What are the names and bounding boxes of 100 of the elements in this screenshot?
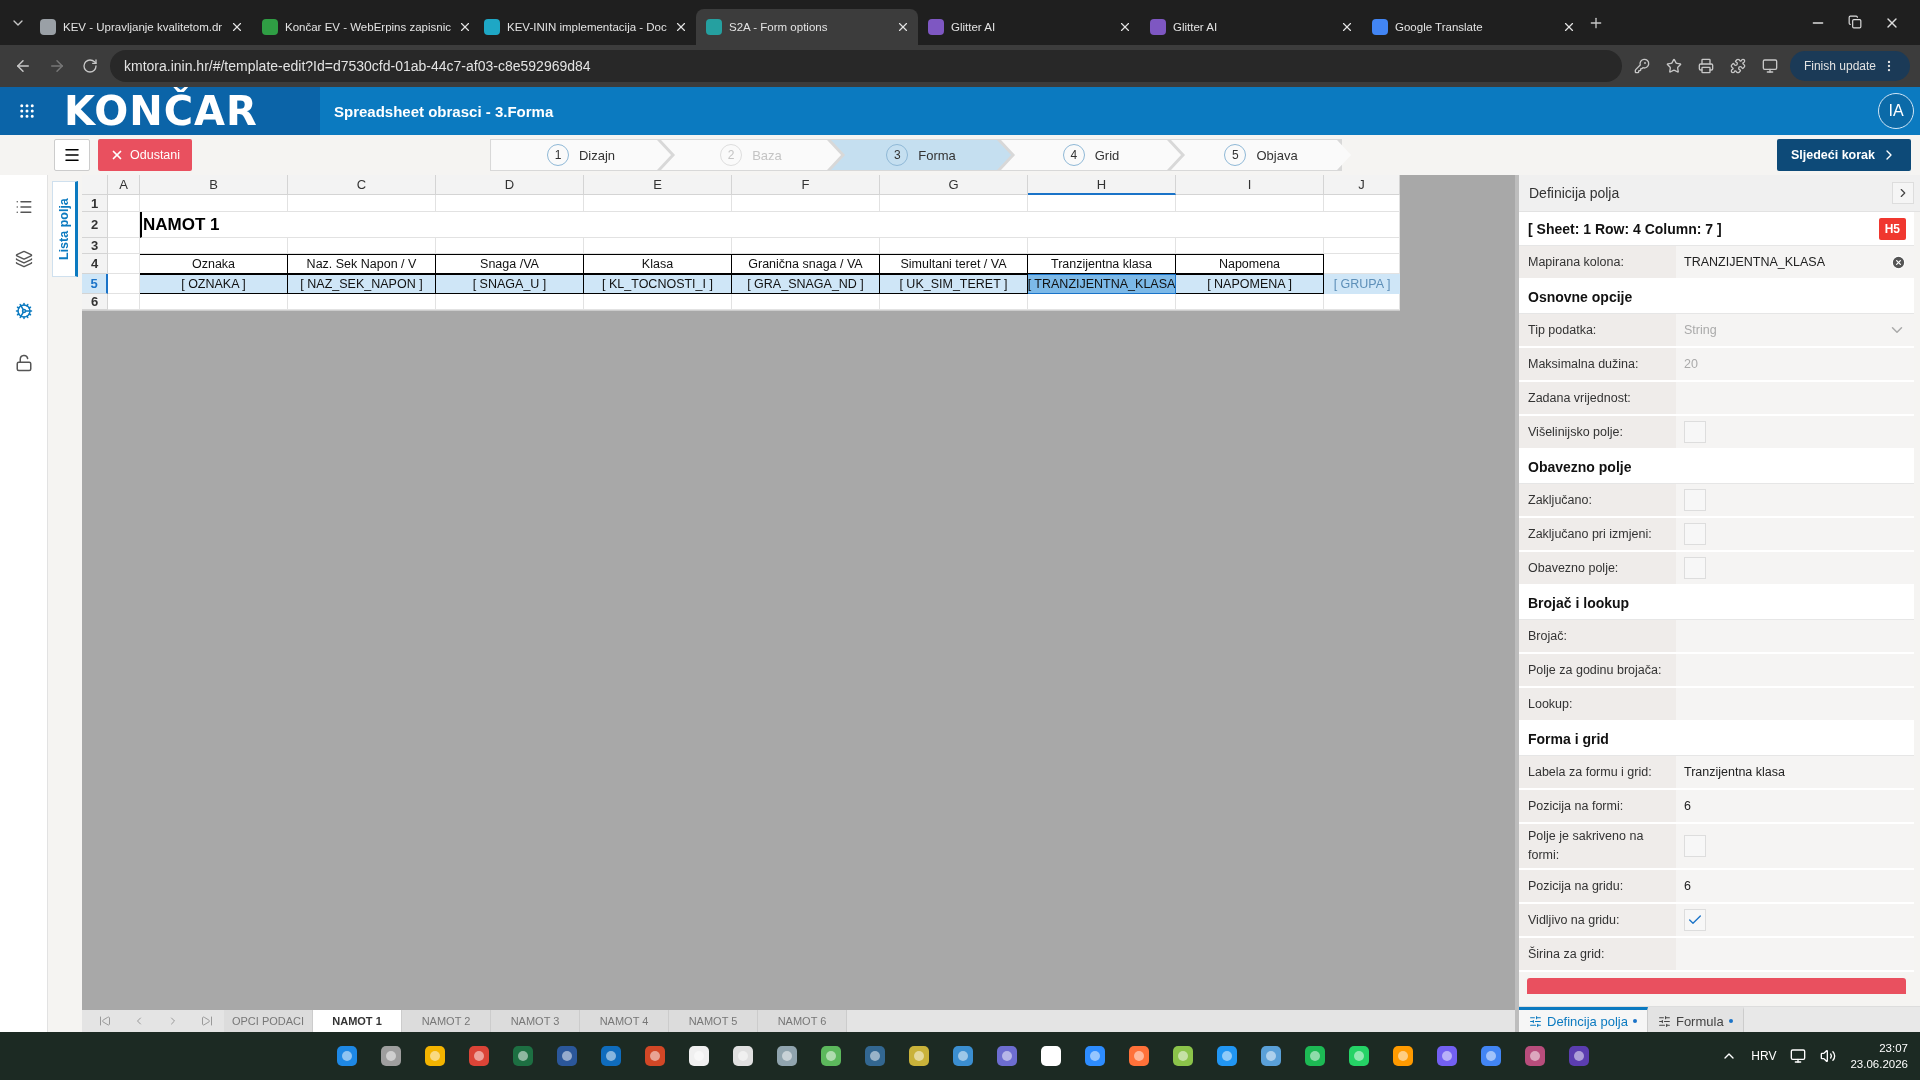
- column-header[interactable]: D: [436, 175, 584, 195]
- table-cell[interactable]: [140, 294, 288, 310]
- close-icon[interactable]: [458, 20, 472, 34]
- monitor-icon[interactable]: [1761, 58, 1778, 74]
- column-header[interactable]: H: [1028, 175, 1176, 195]
- language-indicator[interactable]: HRV: [1751, 1049, 1777, 1063]
- table-cell[interactable]: [1176, 195, 1324, 212]
- clear-icon[interactable]: [1891, 254, 1906, 270]
- table-cell[interactable]: [108, 294, 140, 310]
- table-cell[interactable]: [1324, 212, 1400, 238]
- table-cell[interactable]: [ SNAGA_U ]: [436, 274, 584, 294]
- panel-tab[interactable]: Defincija polja: [1519, 1007, 1648, 1032]
- table-cell[interactable]: Granična snaga / VA: [732, 254, 880, 274]
- checkbox[interactable]: [1684, 421, 1706, 443]
- table-cell[interactable]: [1324, 238, 1400, 254]
- next-step-button[interactable]: Sljedeći korak: [1776, 139, 1911, 171]
- table-cell[interactable]: [108, 212, 140, 238]
- step-tab[interactable]: 5 Objava: [1171, 140, 1352, 170]
- reload-icon[interactable]: [82, 58, 98, 74]
- table-cell[interactable]: [1028, 195, 1176, 212]
- table-cell[interactable]: [880, 195, 1028, 212]
- table-cell[interactable]: Napomena: [1176, 254, 1324, 274]
- update-button[interactable]: Finish update: [1789, 51, 1910, 81]
- table-cell[interactable]: Klasa: [584, 254, 732, 274]
- step-tab[interactable]: 3 Forma: [831, 140, 1012, 170]
- puzzle-icon[interactable]: [1729, 58, 1746, 74]
- step-tab[interactable]: 1 Dizajn: [491, 140, 672, 170]
- column-header[interactable]: C: [288, 175, 436, 195]
- browser-tab[interactable]: KEV-ININ implementacija - Doc: [474, 9, 696, 45]
- table-cell[interactable]: Oznaka: [140, 254, 288, 274]
- column-header[interactable]: F: [732, 175, 880, 195]
- checkbox[interactable]: [1684, 557, 1706, 579]
- browser-tab[interactable]: KEV - Upravljanje kvalitetom.dr: [30, 9, 252, 45]
- column-header[interactable]: E: [584, 175, 732, 195]
- volume-icon[interactable]: [1820, 1048, 1837, 1064]
- column-header[interactable]: B: [140, 175, 288, 195]
- forward-icon[interactable]: [48, 57, 66, 75]
- column-header[interactable]: J: [1324, 175, 1400, 195]
- sheet-tab[interactable]: NAMOT 1: [313, 1010, 402, 1032]
- table-cell[interactable]: [1028, 294, 1176, 310]
- table-cell[interactable]: [108, 238, 140, 254]
- close-icon[interactable]: [896, 20, 910, 34]
- menu-button[interactable]: [54, 139, 90, 171]
- side-tab[interactable]: Lista polja: [52, 181, 78, 277]
- row-header[interactable]: 4: [82, 254, 108, 274]
- bookmark-star-icon[interactable]: [1665, 58, 1682, 74]
- checkbox[interactable]: [1684, 523, 1706, 545]
- browser-tab[interactable]: Google Translate: [1362, 9, 1584, 45]
- table-cell[interactable]: NAMOT 1: [140, 212, 1324, 238]
- table-cell[interactable]: [ OZNAKA ]: [140, 274, 288, 294]
- row-header[interactable]: 6: [82, 294, 108, 310]
- close-icon[interactable]: [1562, 20, 1576, 34]
- close-icon[interactable]: [674, 20, 688, 34]
- table-cell[interactable]: Tranzijentna klasa: [1028, 254, 1176, 274]
- list-icon[interactable]: [14, 198, 33, 216]
- table-cell[interactable]: [288, 195, 436, 212]
- table-cell[interactable]: [108, 195, 140, 212]
- back-icon[interactable]: [14, 57, 32, 75]
- row-header[interactable]: 3: [82, 238, 108, 254]
- browser-tab[interactable]: Glitter AI: [1140, 9, 1362, 45]
- table-cell[interactable]: [288, 294, 436, 310]
- browser-tab[interactable]: Končar EV - WebErpins zapisnic: [252, 9, 474, 45]
- table-cell[interactable]: [880, 294, 1028, 310]
- table-cell[interactable]: [ KL_TOCNOSTI_I ]: [584, 274, 732, 294]
- table-cell[interactable]: [ GRA_SNAGA_ND ]: [732, 274, 880, 294]
- table-cell[interactable]: [732, 195, 880, 212]
- user-avatar[interactable]: IA: [1878, 93, 1914, 129]
- table-cell[interactable]: Snaga /VA: [436, 254, 584, 274]
- close-icon[interactable]: [1118, 20, 1132, 34]
- browser-tab[interactable]: S2A - Form options: [696, 9, 918, 45]
- collapse-button[interactable]: [1892, 182, 1914, 204]
- checkbox[interactable]: [1684, 909, 1706, 931]
- table-cell[interactable]: [436, 195, 584, 212]
- restore-icon[interactable]: [1848, 14, 1862, 29]
- table-cell[interactable]: [ UK_SIM_TERET ]: [880, 274, 1028, 294]
- table-cell[interactable]: [584, 195, 732, 212]
- settings-icon[interactable]: [14, 302, 33, 320]
- close-icon[interactable]: [230, 20, 244, 34]
- table-cell[interactable]: [ TRANZIJENTNA_KLASA: [1028, 274, 1176, 294]
- checkbox[interactable]: [1684, 835, 1706, 857]
- layers-icon[interactable]: [14, 250, 33, 268]
- row-header[interactable]: 1: [82, 195, 108, 212]
- unlock-icon[interactable]: [14, 354, 33, 372]
- column-header[interactable]: G: [880, 175, 1028, 195]
- key-icon[interactable]: [1633, 58, 1650, 74]
- table-cell[interactable]: [ NAZ_SEK_NAPON ]: [288, 274, 436, 294]
- table-cell[interactable]: [732, 294, 880, 310]
- table-cell[interactable]: [584, 294, 732, 310]
- step-tab[interactable]: 4 Grid: [1001, 140, 1182, 170]
- panel-tab[interactable]: Formula: [1647, 1007, 1744, 1032]
- table-cell[interactable]: Simultani teret / VA: [880, 254, 1028, 274]
- checkbox[interactable]: [1684, 489, 1706, 511]
- column-header[interactable]: I: [1176, 175, 1324, 195]
- app-grid-icon[interactable]: [18, 102, 36, 120]
- printer-icon[interactable]: [1697, 58, 1714, 74]
- table-cell[interactable]: [436, 294, 584, 310]
- table-cell[interactable]: [1324, 294, 1400, 310]
- column-header[interactable]: A: [108, 175, 140, 195]
- row-header[interactable]: 5: [82, 274, 108, 294]
- table-cell[interactable]: [140, 195, 288, 212]
